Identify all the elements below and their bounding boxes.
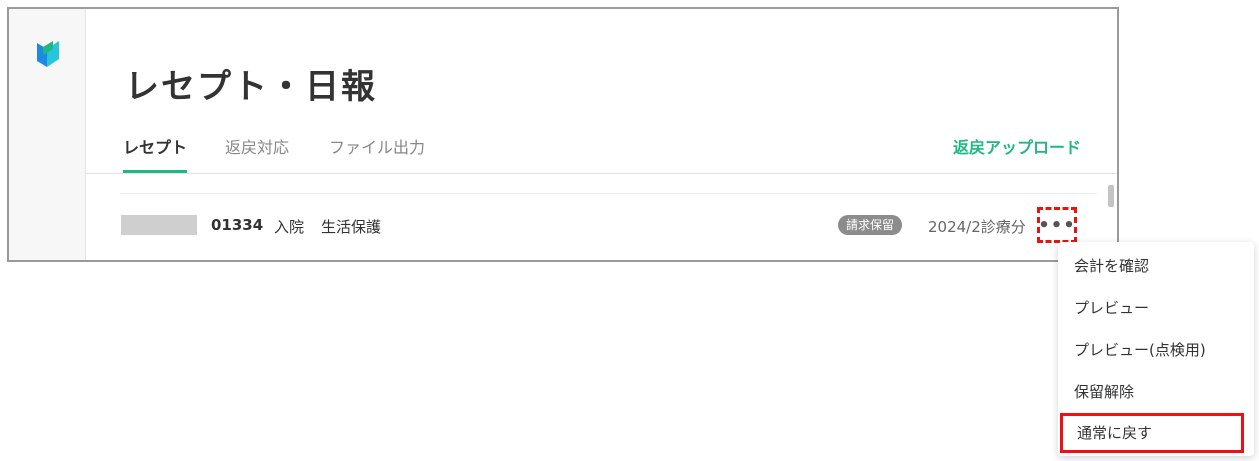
tab-returns[interactable]: 返戻対応 [225,134,289,158]
page-title: レセプト・日報 [125,67,377,107]
tab-receipt[interactable]: レセプト [123,134,187,158]
menu-item-preview[interactable]: プレビュー [1074,297,1149,318]
app-logo-icon[interactable] [35,37,61,77]
admission-type: 入院 [274,218,305,236]
menu-item-check-accounting[interactable]: 会計を確認 [1074,255,1149,276]
menu-item-return-to-normal[interactable]: 通常に戻す [1060,413,1244,453]
tab-file-output[interactable]: ファイル出力 [329,134,425,158]
scrollbar[interactable] [1108,185,1114,207]
menu-item-release-hold[interactable]: 保留解除 [1074,381,1134,402]
redacted-patient-name [121,215,197,235]
divider [85,173,1117,174]
billing-period: 2024/2診療分 [928,218,1026,236]
returns-upload-button[interactable]: 返戻アップロード [953,134,1081,158]
more-icon: ••• [1038,214,1076,236]
divider [121,193,1097,194]
app-window: レセプト・日報 レセプト 返戻対応 ファイル出力 返戻アップロード 01334 … [7,7,1119,262]
table-row[interactable]: 01334 入院 生活保護 請求保留 2024/2診療分 ••• [121,207,1087,247]
status-badge: 請求保留 [838,215,903,235]
insurance-type: 生活保護 [321,218,382,236]
more-options-button[interactable]: ••• [1037,207,1077,243]
row-actions-menu: 会計を確認 プレビュー プレビュー(点検用) 保留解除 通常に戻す [1058,242,1254,456]
main-content: レセプト・日報 レセプト 返戻対応 ファイル出力 返戻アップロード 01334 … [85,9,1117,260]
sidebar [9,9,86,260]
patient-id: 01334 [211,216,264,234]
menu-item-preview-inspection[interactable]: プレビュー(点検用) [1074,339,1206,360]
